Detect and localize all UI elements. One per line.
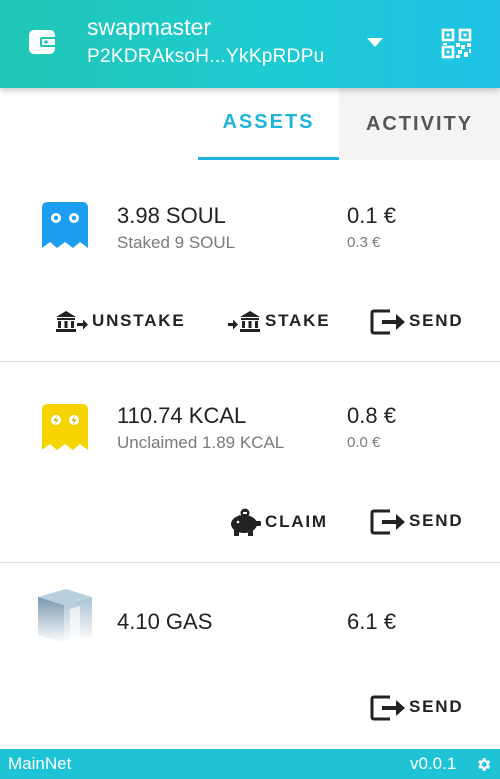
send-label: SEND bbox=[409, 697, 464, 716]
claim-button[interactable]: CLAIM bbox=[228, 508, 328, 536]
send-icon bbox=[370, 309, 405, 335]
tab-bar: ASSETS ACTIVITY bbox=[0, 88, 500, 160]
network-label[interactable]: MainNet bbox=[8, 754, 71, 774]
app-header: swapmaster P2KDRAksoH...YkKpRDPu bbox=[0, 0, 500, 88]
asset-staked: Staked 9 SOUL bbox=[117, 233, 236, 252]
asset-amount: 110.74 KCAL bbox=[117, 403, 247, 428]
soul-ghost-icon bbox=[42, 202, 88, 248]
send-button[interactable]: SEND bbox=[370, 693, 463, 721]
kcal-ghost-icon bbox=[42, 404, 88, 450]
asset-sub-value: 0.0 € bbox=[347, 434, 381, 451]
send-label: SEND bbox=[409, 511, 464, 530]
unstake-button[interactable]: UNSTAKE bbox=[55, 309, 186, 333]
asset-amount: 4.10 GAS bbox=[117, 609, 213, 634]
claim-label: CLAIM bbox=[265, 512, 328, 531]
gear-icon[interactable] bbox=[475, 756, 492, 773]
unstake-label: UNSTAKE bbox=[92, 311, 186, 330]
status-bar: MainNet v0.0.1 bbox=[0, 749, 500, 779]
asset-value: 0.8 € bbox=[347, 403, 396, 428]
bank-stake-icon bbox=[228, 311, 260, 332]
asset-unclaimed: Unclaimed 1.89 KCAL bbox=[117, 433, 285, 452]
qr-code-icon[interactable] bbox=[441, 28, 472, 59]
asset-row-kcal: 110.74 KCAL Unclaimed 1.89 KCAL 0.8 € 0.… bbox=[0, 362, 500, 563]
asset-amount: 3.98 SOUL bbox=[117, 203, 226, 228]
account-name[interactable]: swapmaster bbox=[87, 14, 211, 41]
bank-unstake-icon bbox=[56, 311, 88, 332]
asset-row-gas: 4.10 GAS 6.1 € SEND bbox=[0, 563, 500, 749]
send-icon bbox=[370, 695, 405, 721]
chevron-down-icon[interactable] bbox=[367, 38, 383, 48]
tab-assets[interactable]: ASSETS bbox=[198, 88, 339, 160]
asset-row-soul: 3.98 SOUL Staked 9 SOUL 0.1 € 0.3 € UNST… bbox=[0, 160, 500, 362]
send-button[interactable]: SEND bbox=[370, 507, 463, 535]
version-label: v0.0.1 bbox=[410, 754, 457, 773]
piggy-bank-icon bbox=[231, 508, 261, 536]
send-icon bbox=[370, 509, 405, 535]
account-address[interactable]: P2KDRAksoH...YkKpRDPu bbox=[87, 46, 325, 68]
tab-activity[interactable]: ACTIVITY bbox=[339, 88, 500, 160]
stake-button[interactable]: STAKE bbox=[228, 309, 330, 333]
wallet-icon[interactable] bbox=[27, 26, 59, 58]
stake-label: STAKE bbox=[265, 311, 331, 330]
send-label: SEND bbox=[409, 311, 464, 330]
asset-sub-value: 0.3 € bbox=[347, 234, 381, 251]
gas-cube-icon bbox=[38, 589, 92, 643]
send-button[interactable]: SEND bbox=[370, 307, 463, 335]
asset-value: 6.1 € bbox=[347, 609, 396, 634]
asset-value: 0.1 € bbox=[347, 203, 396, 228]
